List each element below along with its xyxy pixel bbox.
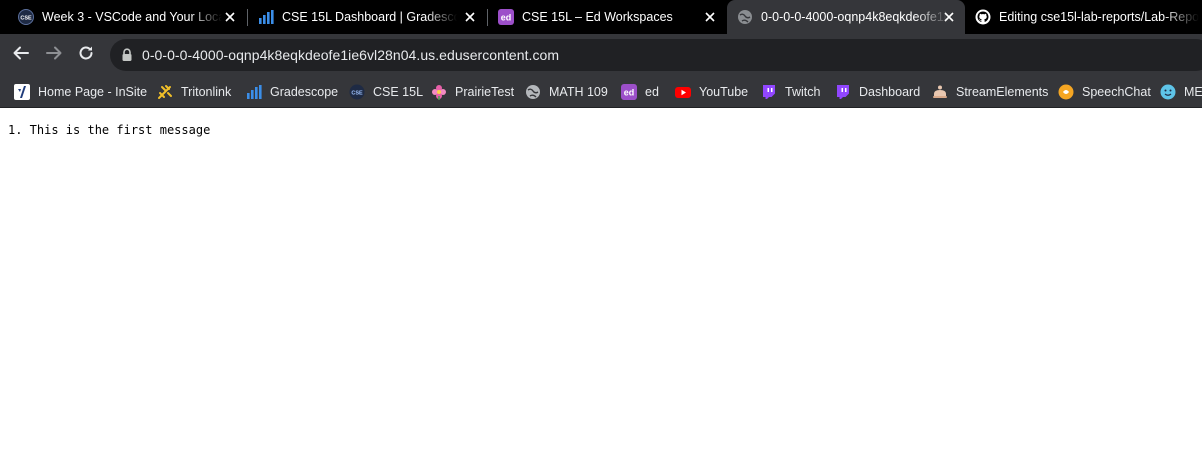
bookmark-label: Tritonlink (181, 85, 232, 99)
bookmark-prairietest[interactable]: PrairieTest (431, 82, 514, 102)
reload-button[interactable] (72, 41, 100, 69)
tab-title: Week 3 - VSCode and Your Local (42, 10, 222, 24)
close-tab-icon[interactable] (462, 9, 478, 25)
globe-icon (525, 84, 541, 100)
svg-text:CSE: CSE (351, 90, 363, 96)
svg-text:ed: ed (624, 88, 635, 98)
bookmark-label: MATH 109 (549, 85, 608, 99)
close-tab-icon[interactable] (222, 9, 238, 25)
ed-icon: ed (621, 84, 637, 100)
bookmark-label: ME (1184, 85, 1202, 99)
smiley-icon (1160, 84, 1176, 100)
close-tab-icon[interactable] (941, 9, 957, 25)
github-icon (975, 9, 991, 25)
bookmark-me[interactable]: ME (1160, 82, 1202, 102)
message-text: 1. This is the first message (8, 123, 211, 137)
tab-week3[interactable]: CSE Week 3 - VSCode and Your Local (0, 0, 246, 34)
bookmark-twitch[interactable]: Twitch (761, 82, 820, 102)
bookmark-cse15l[interactable]: CSE CSE 15L (349, 82, 423, 102)
svg-text:ed: ed (501, 13, 512, 23)
streamelements-icon (932, 84, 948, 100)
bookmark-dashboard[interactable]: Dashboard (835, 82, 920, 102)
bookmark-label: ed (645, 85, 659, 99)
tab-title: CSE 15L Dashboard | Gradescope (282, 10, 457, 24)
svg-text:CSE: CSE (20, 15, 32, 21)
bookmark-label: SpeechChat (1082, 85, 1151, 99)
back-button[interactable] (7, 41, 35, 69)
page-content: 1. This is the first message (0, 109, 1202, 450)
twitch-icon (835, 84, 851, 100)
globe-icon (737, 9, 753, 25)
gradescope-icon (246, 84, 262, 100)
tab-active-page[interactable]: 0-0-0-0-4000-oqnp4k8eqkdeofe1ie6vl28n04 (727, 0, 965, 34)
cse-icon: CSE (18, 9, 34, 25)
tab-ed-workspaces[interactable]: ed CSE 15L – Ed Workspaces (480, 0, 726, 34)
forward-button[interactable] (40, 41, 68, 69)
youtube-icon (675, 84, 691, 100)
tab-title: CSE 15L – Ed Workspaces (522, 10, 673, 24)
bookmark-youtube[interactable]: YouTube (675, 82, 748, 102)
reload-icon (77, 44, 95, 67)
bookmark-streamelements[interactable]: StreamElements (932, 82, 1048, 102)
twitch-icon (761, 84, 777, 100)
bookmark-label: Twitch (785, 85, 821, 99)
bookmark-insite[interactable]: Home Page - InSite (14, 82, 147, 102)
address-bar[interactable]: 0-0-0-0-4000-oqnp4k8eqkdeofe1ie6vl28n04.… (110, 39, 1202, 71)
bookmark-label: CSE 15L (373, 85, 424, 99)
bookmark-ed[interactable]: ed ed (621, 82, 659, 102)
bookmark-gradescope[interactable]: Gradescope (246, 82, 338, 102)
bookmark-label: StreamElements (956, 85, 1049, 99)
insite-icon (14, 84, 30, 100)
forward-arrow-icon (45, 44, 63, 67)
tab-title: 0-0-0-0-4000-oqnp4k8eqkdeofe1ie6vl28n04 (761, 10, 949, 24)
flower-icon (431, 84, 447, 100)
bookmark-speechchat[interactable]: SpeechChat (1058, 82, 1151, 102)
bookmark-math109[interactable]: MATH 109 (525, 82, 608, 102)
lock-icon[interactable] (120, 48, 134, 62)
bookmark-label: YouTube (699, 85, 749, 99)
tab-strip: CSE Week 3 - VSCode and Your Local CSE 1… (0, 0, 1202, 34)
bookmark-label: PrairieTest (455, 85, 515, 99)
bookmark-label: Home Page - InSite (38, 85, 148, 99)
bookmark-label: Dashboard (859, 85, 921, 99)
tab-gradescope[interactable]: CSE 15L Dashboard | Gradescope (240, 0, 486, 34)
gradescope-icon (258, 9, 274, 25)
tab-github[interactable]: Editing cse15l-lab-reports/Lab-Report (965, 0, 1202, 34)
tritonlink-icon (157, 84, 173, 100)
bookmarks-bar: Home Page - InSite Tritonlink Gradescope… (0, 76, 1202, 108)
ed-icon: ed (498, 9, 514, 25)
close-tab-icon[interactable] (702, 9, 718, 25)
browser-toolbar: 0-0-0-0-4000-oqnp4k8eqkdeofe1ie6vl28n04.… (0, 34, 1202, 76)
bookmark-tritonlink[interactable]: Tritonlink (157, 82, 231, 102)
speechchat-icon (1058, 84, 1074, 100)
url-text[interactable]: 0-0-0-0-4000-oqnp4k8eqkdeofe1ie6vl28n04.… (142, 47, 559, 63)
bookmark-label: Gradescope (270, 85, 339, 99)
back-arrow-icon (12, 44, 30, 67)
cse-icon: CSE (349, 84, 365, 100)
tab-title: Editing cse15l-lab-reports/Lab-Report (999, 10, 1199, 24)
